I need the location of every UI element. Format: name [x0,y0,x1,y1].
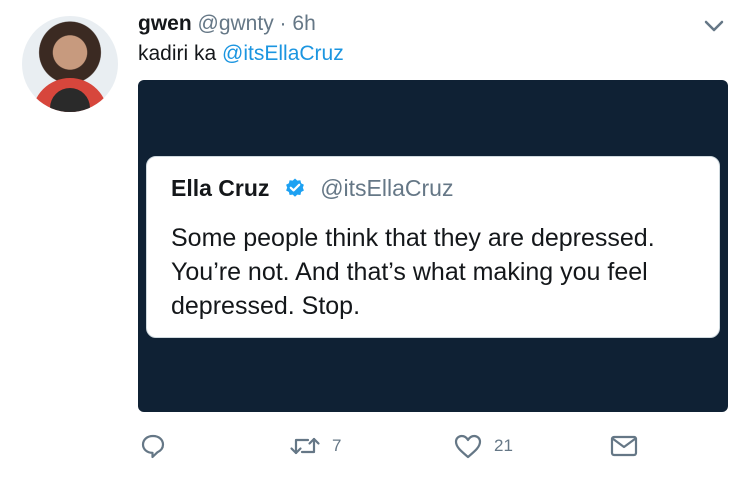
author-name[interactable]: gwen [138,12,192,35]
tweet-header: gwen @gwnty · 6h [138,10,316,38]
reply-button[interactable] [138,426,168,466]
quoted-author-handle: @itsEllaCruz [320,175,454,201]
reply-icon [138,431,168,461]
tweet-text: kadiri ka @itsEllaCruz [138,40,344,68]
like-button[interactable]: 21 [452,426,513,466]
avatar[interactable] [22,16,118,112]
retweet-icon [288,431,322,461]
retweet-button[interactable]: 7 [288,426,341,466]
quoted-tweet-header: Ella Cruz @itsEllaCruz [171,175,453,205]
tweet[interactable]: gwen @gwnty · 6h kadiri ka @itsEllaCruz … [0,0,750,488]
like-icon [452,431,484,461]
share-icon [608,431,640,461]
author-handle[interactable]: @gwnty [198,12,274,35]
avatar-photo [32,78,108,112]
tweet-body: kadiri ka [138,42,217,65]
quoted-tweet-text: Some people think that they are depresse… [171,224,655,320]
retweet-count: 7 [332,436,342,455]
timestamp[interactable]: 6h [292,12,315,35]
mention-link[interactable]: @itsEllaCruz [222,42,344,65]
share-button[interactable] [608,426,640,466]
chevron-down-icon[interactable] [700,12,728,40]
like-count: 21 [494,436,513,455]
tweet-actions: 7 21 [138,426,728,466]
separator: · [279,12,287,35]
verified-badge-icon [284,177,306,205]
quoted-tweet-card[interactable]: Ella Cruz @itsEllaCruz Some people think… [146,156,720,338]
quoted-author-name: Ella Cruz [171,175,270,201]
